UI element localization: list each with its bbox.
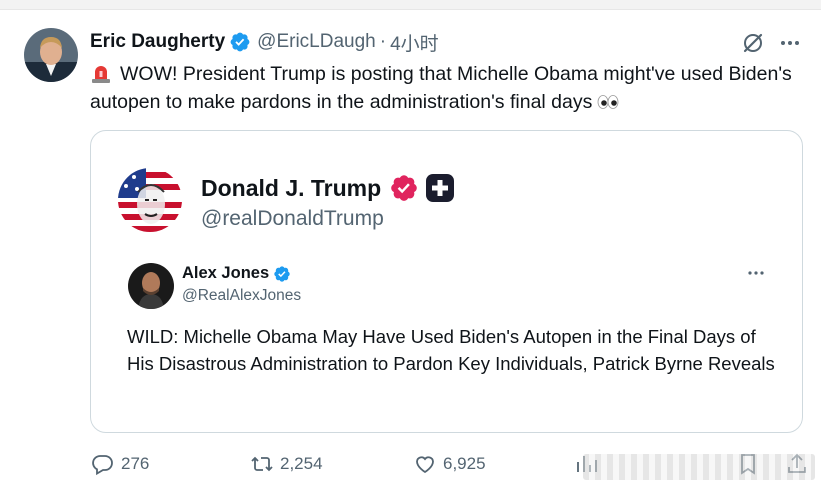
- inner-author-handle[interactable]: @RealAlexJones: [182, 287, 301, 305]
- author-name[interactable]: Eric Daugherty: [90, 31, 225, 53]
- plus-badge-icon: [426, 174, 455, 202]
- tweet-text: WOW! President Trump is posting that Mic…: [90, 60, 800, 116]
- tweet-header: Eric Daugherty @EricLDaugh · 4小时: [90, 29, 439, 56]
- retweet-icon: [251, 456, 273, 472]
- quoted-author-row: Donald J. Trump: [201, 173, 455, 203]
- tweet-text-content: WOW! President Trump is posting that Mic…: [90, 63, 792, 113]
- reply-button[interactable]: 276: [91, 452, 149, 476]
- reply-icon: [92, 455, 113, 476]
- watermark-overlay: [583, 454, 815, 480]
- retweet-count: 2,254: [280, 454, 323, 473]
- quoted-author-name[interactable]: Donald J. Trump: [201, 175, 381, 202]
- tweet-timestamp[interactable]: 4小时: [390, 29, 439, 56]
- more-icon[interactable]: [746, 265, 766, 281]
- like-count: 6,925: [443, 454, 486, 473]
- reply-count: 276: [121, 454, 150, 473]
- jones-avatar[interactable]: [128, 263, 174, 309]
- like-button[interactable]: 6,925: [413, 452, 486, 476]
- inner-author-name[interactable]: Alex Jones: [182, 264, 269, 283]
- top-divider: [0, 0, 821, 10]
- more-icon[interactable]: [777, 31, 803, 55]
- retweet-button[interactable]: 2,254: [250, 452, 323, 476]
- pink-verified-badge-icon: [391, 175, 417, 201]
- like-icon: [416, 456, 434, 474]
- inner-author-row: Alex Jones: [182, 264, 291, 283]
- trump-avatar[interactable]: [118, 168, 182, 232]
- verified-badge-icon: [230, 32, 250, 52]
- quoted-post-card[interactable]: Donald J. Trump @realDonaldTrump Alex Jo…: [90, 130, 803, 433]
- siren-emoji-icon: [92, 66, 110, 83]
- tweet[interactable]: Eric Daugherty @EricLDaugh · 4小时 WOW! Pr…: [0, 0, 821, 490]
- verified-badge-icon: [274, 265, 290, 282]
- quoted-author-handle[interactable]: @realDonaldTrump: [201, 207, 384, 231]
- inner-post-text: WILD: Michelle Obama May Have Used Biden…: [127, 326, 775, 374]
- grok-icon[interactable]: [741, 31, 765, 55]
- separator-dot: ·: [379, 31, 387, 52]
- eyes-emoji-icon: [597, 95, 619, 109]
- author-handle[interactable]: @EricLDaugh: [257, 31, 376, 53]
- author-avatar[interactable]: [24, 28, 78, 82]
